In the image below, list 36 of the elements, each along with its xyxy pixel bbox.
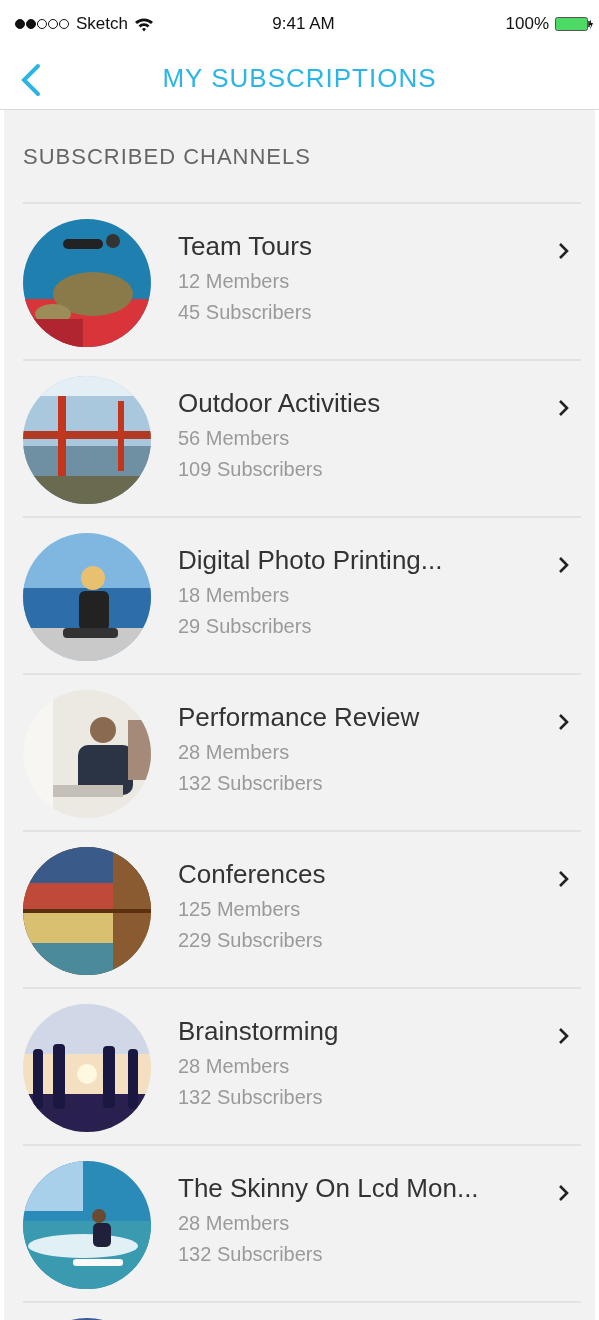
- page-title: MY SUBSCRIPTIONS: [162, 63, 437, 94]
- channel-name[interactable]: Digital Photo Printing...: [178, 545, 557, 576]
- chevron-icon[interactable]: [557, 712, 571, 732]
- chevron-icon[interactable]: [557, 869, 571, 889]
- subscriber-count: 132 Subscribers: [178, 1243, 324, 1266]
- battery-percent: 100%: [505, 14, 549, 34]
- subscriber-count: 132 Subscribers: [178, 1086, 324, 1109]
- member-count: 28 Members: [178, 1055, 291, 1078]
- subscriber-count: 229 Subscribers: [178, 929, 324, 952]
- member-count: 12 Members: [178, 270, 291, 293]
- member-count: 125 Members: [178, 898, 302, 921]
- channel-name[interactable]: Conferences: [178, 859, 557, 890]
- subscriber-count: 132 Subscribers: [178, 772, 324, 795]
- chevron-icon[interactable]: [557, 241, 571, 261]
- channel-name[interactable]: Performance Review: [178, 702, 557, 733]
- clock-time: 9:41 AM: [272, 14, 335, 34]
- battery-icon: [555, 16, 593, 32]
- subscriber-count: 29 Subscribers: [178, 615, 313, 638]
- chevron-icon[interactable]: [557, 398, 571, 418]
- carrier-name: Sketch: [76, 14, 128, 34]
- member-count: 18 Members: [178, 584, 291, 607]
- subscriber-count: 109 Subscribers: [178, 458, 324, 481]
- channel-name[interactable]: Outdoor Activities: [178, 388, 557, 419]
- member-count: 56 Members: [178, 427, 291, 450]
- channel-name[interactable]: Brainstorming: [178, 1016, 557, 1047]
- wifi-icon: [134, 16, 154, 32]
- chevron-icon[interactable]: [557, 1026, 571, 1046]
- section-header: SUBSCRIBED CHANNELS: [23, 143, 312, 171]
- chevron-icon[interactable]: [557, 555, 571, 575]
- channel-name[interactable]: The Skinny On Lcd Mon...: [178, 1173, 557, 1204]
- subscriber-count: 45 Subscribers: [178, 301, 313, 324]
- signal-icon: [14, 18, 70, 30]
- member-count: 28 Members: [178, 1212, 291, 1235]
- channel-name[interactable]: Team Tours: [178, 231, 557, 262]
- member-count: 28 Members: [178, 741, 291, 764]
- chevron-icon[interactable]: [557, 1183, 571, 1203]
